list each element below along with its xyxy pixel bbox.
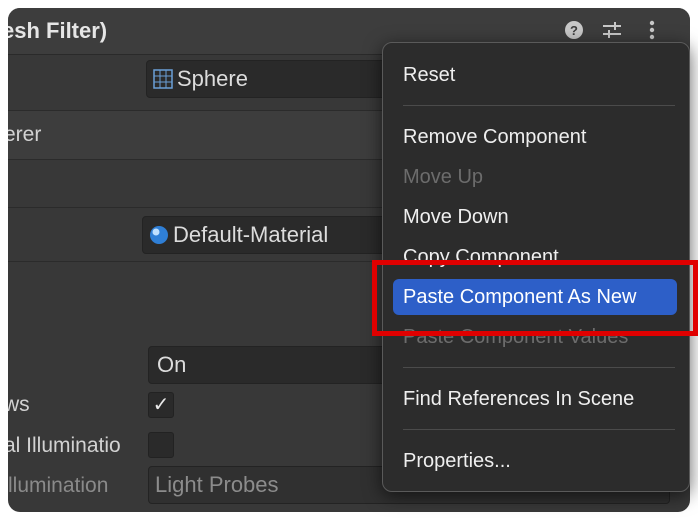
highlight-callout	[372, 260, 698, 336]
cast-shadows-value: On	[157, 352, 187, 377]
material-value: Default-Material	[173, 222, 329, 247]
menu-item-reset[interactable]: Reset	[393, 57, 677, 93]
menu-separator	[403, 105, 675, 106]
cast-shadows-dropdown[interactable]: On	[148, 346, 408, 384]
gi-receive-value: Light Probes	[155, 472, 279, 497]
mesh-value: Sphere	[177, 66, 248, 91]
menu-item-properties[interactable]: Properties...	[393, 443, 677, 479]
svg-text:?: ?	[570, 23, 578, 38]
mesh-grid-icon	[153, 69, 173, 89]
component-title: esh Filter)	[8, 18, 108, 43]
menu-separator	[403, 367, 675, 368]
mesh-field[interactable]: Sphere	[146, 60, 408, 98]
help-icon[interactable]: ?	[560, 16, 588, 44]
menu-item-move-down[interactable]: Move Down	[393, 199, 677, 235]
more-options-icon[interactable]	[638, 16, 666, 44]
menu-item-move-up: Move Up	[403, 166, 484, 188]
gi-label: al Illuminatio	[8, 434, 121, 457]
menu-separator	[403, 429, 675, 430]
presets-icon[interactable]	[598, 16, 626, 44]
renderer-title: erer	[8, 123, 42, 146]
material-sphere-icon	[149, 225, 169, 245]
gi-receive-label: llumination	[8, 474, 109, 497]
menu-item-remove-component[interactable]: Remove Component	[393, 119, 677, 155]
menu-item-find-references[interactable]: Find References In Scene	[393, 381, 677, 417]
material-field[interactable]: Default-Material	[142, 216, 408, 254]
receive-shadows-checkbox[interactable]: ✓	[148, 392, 174, 418]
receive-shadows-label: ws	[8, 393, 30, 416]
gi-checkbox[interactable]	[148, 432, 174, 458]
